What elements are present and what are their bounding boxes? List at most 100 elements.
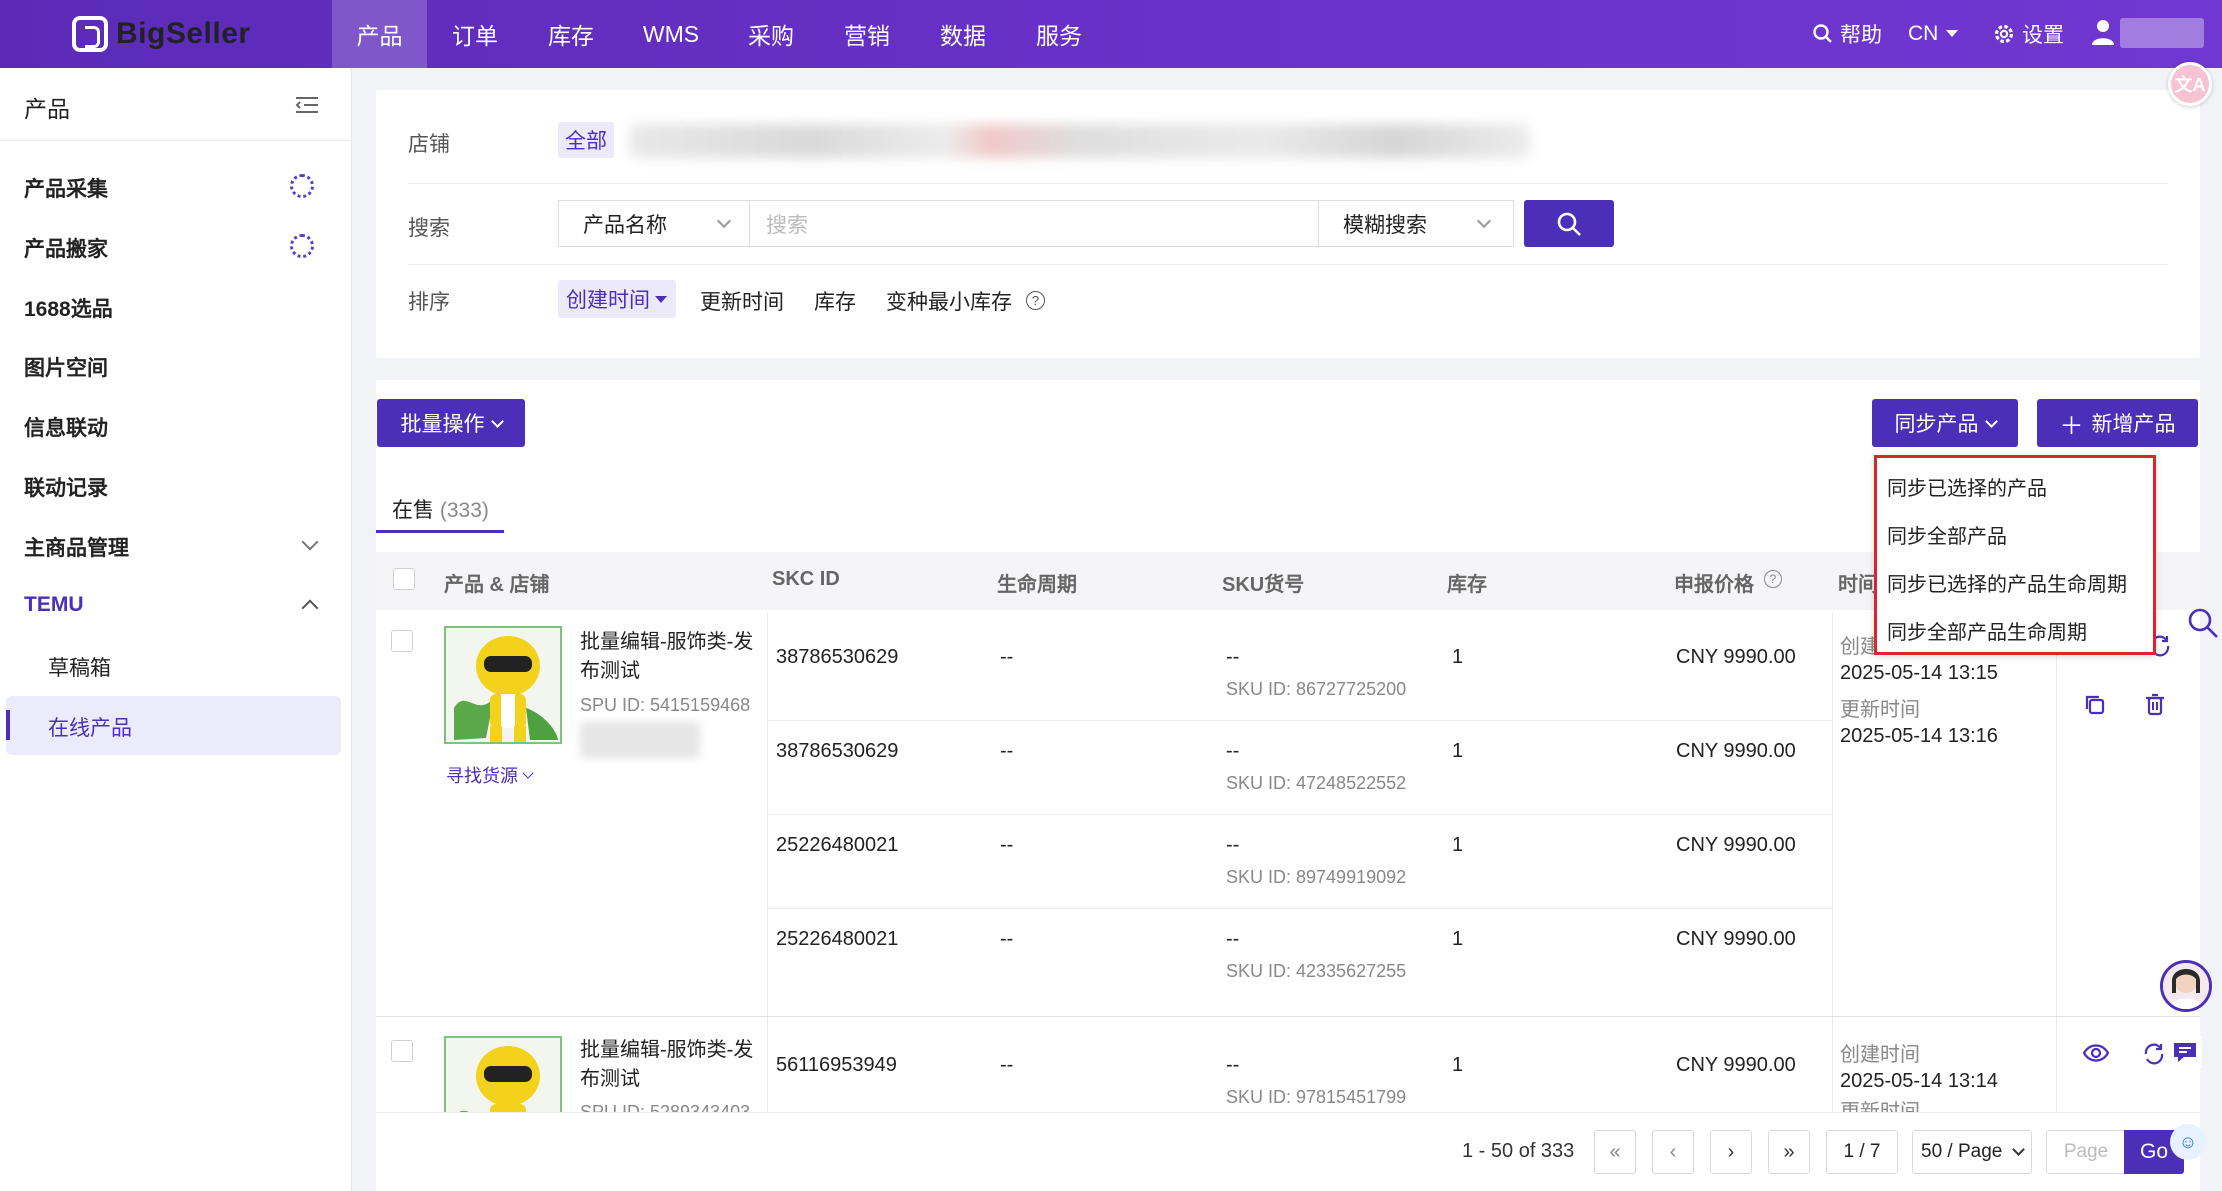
search-field-select[interactable]: 产品名称 [558,200,750,247]
last-page-button[interactable]: » [1768,1130,1810,1174]
menu-item-sync-selected-lifecycle[interactable]: 同步已选择的产品生命周期 [1887,568,2127,597]
sidebar-active-indicator [6,710,10,740]
select-all-checkbox[interactable] [393,568,415,590]
row-divider [768,814,1832,815]
support-avatar[interactable] [2160,960,2212,1012]
nav-item-marketing[interactable]: 营销 [819,0,915,68]
product-title[interactable]: 批量编辑-服饰类-发 布测试 [580,1036,753,1094]
nav-item-purchase[interactable]: 采购 [723,0,819,68]
lifecycle: -- [1000,928,1014,950]
row-checkbox[interactable] [391,1040,413,1062]
search-button[interactable] [1524,200,1614,247]
tab-on-sale[interactable]: 在售 (333) [392,494,489,524]
sku-code: -- [1226,928,1240,950]
row-divider [768,720,1832,721]
column-divider [1832,1017,1833,1112]
menu-item-sync-all-lifecycle[interactable]: 同步全部产品生命周期 [1887,616,2087,645]
nav-item-inventory[interactable]: 库存 [523,0,619,68]
search-input[interactable]: 搜索 [749,200,1319,247]
sidebar-item-temu[interactable]: TEMU [24,593,84,617]
sync-icon[interactable] [2140,1040,2168,1068]
created-time: 2025-05-14 13:14 [1840,1070,1998,1092]
chat-icon[interactable] [2168,1036,2202,1068]
search-icon[interactable] [2186,606,2220,640]
stock-value[interactable]: 1 [1452,1054,1463,1077]
translate-float-icon[interactable]: 文A [2168,62,2212,106]
sidebar-item-master-products[interactable]: 主商品管理 [24,532,129,562]
bigseller-logo[interactable]: BigSeller [72,12,251,56]
user-name-redacted[interactable] [2120,18,2204,48]
page-indicator[interactable]: 1 / 7 [1826,1130,1898,1174]
menu-item-sync-all[interactable]: 同步全部产品 [1887,520,2007,549]
add-product-button[interactable]: ＋ 新增产品 [2037,399,2198,447]
search-mode-select[interactable]: 模糊搜索 [1318,200,1514,247]
product-title[interactable]: 批量编辑-服饰类-发 布测试 [580,628,753,686]
sidebar-title: 产品 [24,96,70,122]
nav-item-orders[interactable]: 订单 [427,0,523,68]
nav-item-service[interactable]: 服务 [1011,0,1107,68]
prev-page-button[interactable]: ‹ [1652,1130,1694,1174]
sort-option-stock[interactable]: 库存 [814,286,856,316]
sidebar-item-product-collect[interactable]: 产品采集 [24,173,108,203]
stock-value[interactable]: 1 [1452,834,1463,857]
sidebar-item-product-move[interactable]: 产品搬家 [24,233,108,263]
help-circle-icon[interactable]: ? [1026,291,1045,310]
chevron-down-icon [1476,213,1492,229]
page-jump-input[interactable]: Page [2046,1130,2126,1174]
sync-products-label: 同步产品 [1894,413,1979,436]
next-page-button[interactable]: › [1710,1130,1752,1174]
help-link[interactable]: 帮助 [1812,0,1882,68]
declared-price: CNY 9990.00 [1676,646,1796,668]
skc-id: 56116953949 [776,1054,897,1076]
copy-icon[interactable] [2082,692,2108,718]
collapse-menu-icon[interactable] [294,95,320,115]
sidebar-item-online-products[interactable]: 在线产品 [48,712,132,742]
sort-option-updated-time[interactable]: 更新时间 [700,286,784,316]
help-circle-icon[interactable]: ? [1764,570,1782,588]
add-product-label: 新增产品 [2091,413,2176,436]
search-label: 搜索 [408,217,450,240]
sidebar-divider [0,140,352,141]
stock-value[interactable]: 1 [1452,928,1463,951]
sidebar-item-drafts[interactable]: 草稿箱 [48,652,111,682]
language-selector[interactable]: CN [1908,0,1960,68]
sidebar-item-image-space[interactable]: 图片空间 [24,352,108,382]
chevron-down-icon [490,414,504,428]
sidebar-item-info-link[interactable]: 信息联动 [24,412,108,442]
row-divider [768,908,1832,909]
store-all-tag[interactable]: 全部 [558,122,614,158]
menu-item-sync-selected[interactable]: 同步已选择的产品 [1887,472,2047,501]
gear-icon[interactable] [290,234,314,258]
product-thumbnail[interactable] [444,1036,562,1112]
batch-operation-button[interactable]: 批量操作 [377,399,525,447]
plus-icon: ＋ [2059,412,2084,440]
settings-link[interactable]: 设置 [1992,0,2064,68]
nav-item-data[interactable]: 数据 [915,0,1011,68]
product-thumbnail[interactable] [444,626,562,744]
eye-icon[interactable] [2082,1040,2110,1066]
user-icon[interactable] [2090,18,2116,46]
created-time: 2025-05-14 13:15 [1840,662,1998,684]
sidebar-item-1688[interactable]: 1688选品 [24,293,113,323]
sku-id: SKU ID: 47248522552 [1226,773,1407,793]
sidebar-item-link-records[interactable]: 联动记录 [24,472,108,502]
nav-item-wms[interactable]: WMS [619,0,723,68]
assistant-icon[interactable]: ☺ [2170,1124,2206,1160]
first-page-button[interactable]: « [1594,1130,1636,1174]
find-source-label: 寻找货源 [446,766,518,786]
stock-value[interactable]: 1 [1452,646,1463,669]
sort-option-created-time[interactable]: 创建时间 [558,280,676,318]
row-checkbox[interactable] [391,630,413,652]
gear-icon[interactable] [290,174,314,198]
per-page-select[interactable]: 50 / Page [1912,1130,2032,1174]
sync-products-button[interactable]: 同步产品 [1872,399,2018,447]
language-label: CN [1908,22,1939,45]
find-source-link[interactable]: 寻找货源 [446,762,534,788]
nav-item-products[interactable]: 产品 [332,0,427,68]
stock-value[interactable]: 1 [1452,740,1463,763]
spu-id: SPU ID: 5415159468 [580,695,751,715]
delete-icon[interactable] [2142,692,2168,718]
store-list-redacted [630,124,1530,158]
sort-option-min-variant-stock[interactable]: 变种最小库存 [886,286,1012,316]
search-mode-value: 模糊搜索 [1343,213,1427,237]
